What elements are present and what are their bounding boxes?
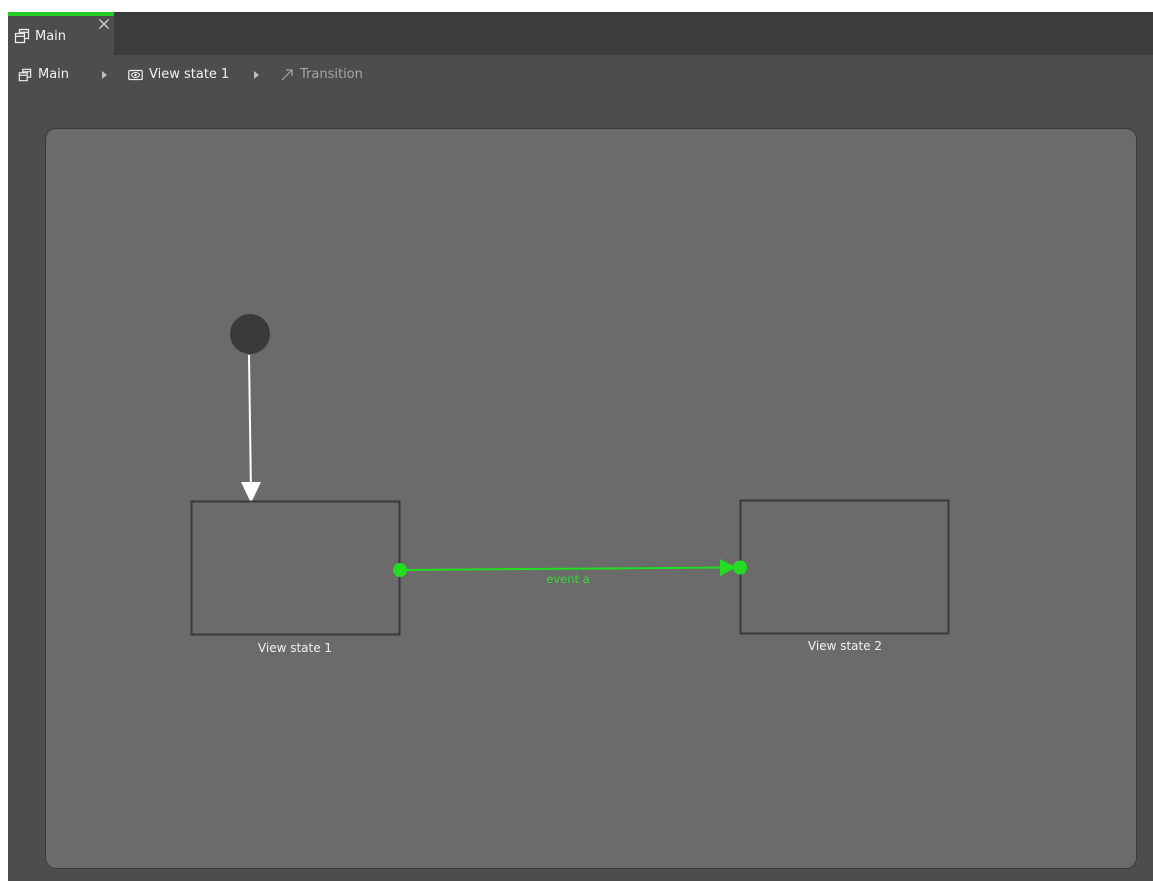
breadcrumb-item-view-state-1[interactable]: View state 1 xyxy=(128,67,229,83)
diagram-canvas[interactable]: View state 1 View state 2 event a xyxy=(45,128,1137,869)
initial-transition[interactable] xyxy=(248,354,252,495)
state-label: View state 1 xyxy=(258,641,332,655)
transition-end-handle[interactable] xyxy=(733,560,747,575)
eye-icon xyxy=(128,69,143,81)
chevron-right-icon xyxy=(102,71,107,79)
chevron-right-icon xyxy=(254,71,259,79)
transition-arrow-icon xyxy=(281,69,293,81)
breadcrumb-item-transition: Transition xyxy=(280,67,363,83)
breadcrumb-label: Transition xyxy=(300,67,363,82)
transition-event-label: event a xyxy=(546,572,589,586)
tab-main[interactable]: Main xyxy=(8,12,114,55)
close-icon[interactable] xyxy=(98,18,110,30)
state-view-state-1[interactable] xyxy=(190,500,401,636)
breadcrumb-label: Main xyxy=(38,67,70,82)
tab-label: Main xyxy=(35,29,67,44)
initial-state-node[interactable] xyxy=(230,314,270,354)
window-icon xyxy=(14,28,30,44)
state-diagram: View state 1 View state 2 event a xyxy=(190,314,950,655)
breadcrumb-label: View state 1 xyxy=(149,67,230,82)
transition-event-a[interactable] xyxy=(399,566,731,571)
editor-window: Main Main View state 1 Transition View s… xyxy=(8,12,1153,881)
window-icon xyxy=(18,68,32,82)
state-view-state-2[interactable] xyxy=(739,499,950,635)
arrow-head-icon xyxy=(241,482,261,503)
state-label: View state 2 xyxy=(808,639,882,653)
breadcrumb-item-main[interactable]: Main xyxy=(18,67,69,83)
transition-start-handle[interactable] xyxy=(393,563,407,577)
tab-bar: Main xyxy=(8,12,1153,55)
breadcrumb: Main View state 1 Transition xyxy=(8,55,1153,95)
